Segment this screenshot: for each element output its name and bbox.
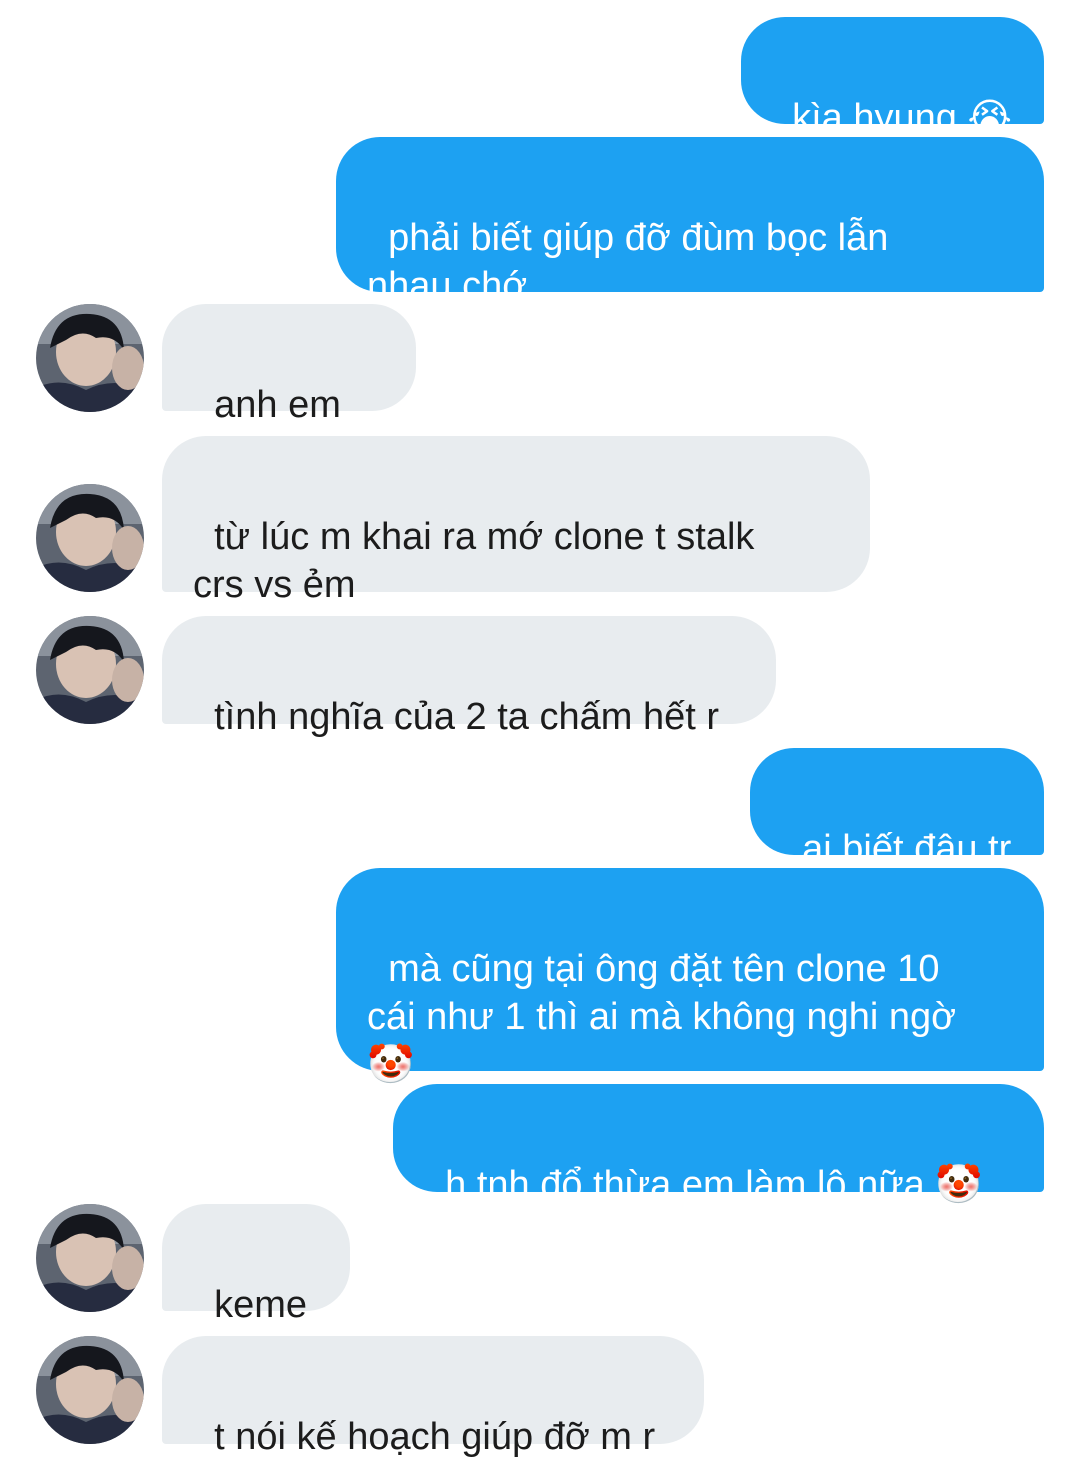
message-bubble-sent[interactable]: phải biết giúp đỡ đùm bọc lẫn nhau chớ: [336, 137, 1044, 307]
message-bubble-sent[interactable]: h tnh đổ thừa em làm lộ nữa 🤡: [393, 1084, 1044, 1206]
message-text: t nói kế hoạch giúp đỡ m r: [214, 1416, 656, 1458]
message-bubble-received[interactable]: tình nghĩa của 2 ta chấm hết r: [162, 616, 776, 738]
message-text: từ lúc m khai ra mớ clone t stalk crs vs…: [193, 516, 755, 606]
message-bubble-received[interactable]: t nói kế hoạch giúp đỡ m r: [162, 1336, 704, 1458]
message-bubble-sent[interactable]: kìa hyung 😭: [741, 17, 1044, 139]
user-avatar[interactable]: [36, 1336, 144, 1444]
message-text: mà cũng tại ông đặt tên clone 10 cái như…: [367, 948, 957, 1086]
user-avatar[interactable]: [36, 484, 144, 592]
message-text: kìa hyung 😭: [792, 97, 1012, 139]
message-bubble-sent[interactable]: ai biết đâu tr: [750, 748, 1044, 870]
user-avatar[interactable]: [36, 616, 144, 724]
message-bubble-received[interactable]: keme t: [162, 1204, 350, 1374]
message-text: ai biết đâu tr: [802, 828, 1012, 870]
message-bubble-received[interactable]: anh em cc: [162, 304, 416, 474]
message-text: h tnh đổ thừa em làm lộ nữa 🤡: [445, 1164, 983, 1206]
message-text: tình nghĩa của 2 ta chấm hết r: [214, 696, 719, 738]
user-avatar[interactable]: [36, 1204, 144, 1312]
message-bubble-received[interactable]: từ lúc m khai ra mớ clone t stalk crs vs…: [162, 436, 870, 606]
user-avatar[interactable]: [36, 304, 144, 412]
message-bubble-sent[interactable]: mà cũng tại ông đặt tên clone 10 cái như…: [336, 868, 1044, 1086]
message-text: phải biết giúp đỡ đùm bọc lẫn nhau chớ: [367, 217, 889, 307]
